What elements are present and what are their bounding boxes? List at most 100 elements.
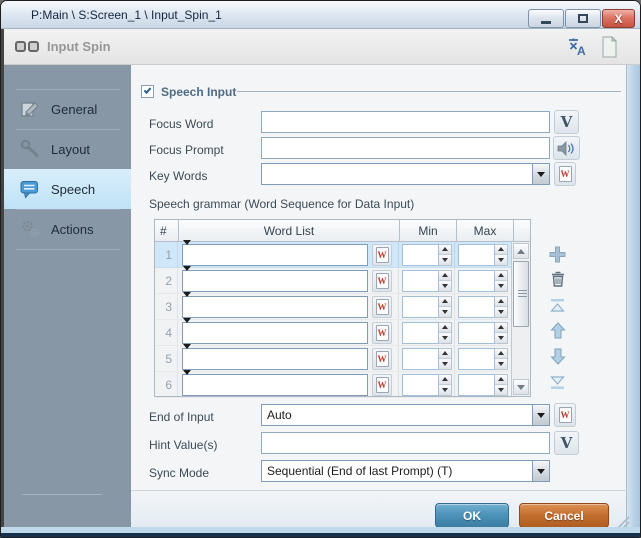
word-list-w-button[interactable]: W <box>372 321 392 344</box>
max-spin-up-button[interactable] <box>495 374 507 385</box>
minimize-button[interactable] <box>528 9 564 28</box>
max-spin-up-button[interactable] <box>495 244 507 255</box>
sidebar-item-actions[interactable]: Actions <box>4 209 131 249</box>
sidebar-item-layout[interactable]: Layout <box>4 129 131 169</box>
minimize-icon <box>541 21 551 24</box>
max-input[interactable] <box>458 269 495 292</box>
add-row-button[interactable] <box>547 244 567 264</box>
delete-row-button[interactable] <box>548 269 568 289</box>
word-list-combobox[interactable] <box>182 291 368 318</box>
min-spin-up-button[interactable] <box>439 244 451 255</box>
key-words-wordlist-button[interactable]: W <box>554 162 576 186</box>
max-spin-down-button[interactable] <box>495 254 507 265</box>
max-spin-down-button[interactable] <box>495 332 507 343</box>
max-cell <box>455 320 511 345</box>
row-number: 1 <box>155 242 178 267</box>
max-input[interactable] <box>458 347 495 370</box>
window-bottom-edge <box>1 533 640 537</box>
word-list-combobox[interactable] <box>182 369 368 396</box>
move-down-button[interactable] <box>548 346 568 366</box>
scroll-thumb[interactable] <box>513 261 529 327</box>
word-list-cell: W <box>178 317 399 345</box>
max-input[interactable] <box>458 295 495 318</box>
end-of-input-combobox[interactable]: Auto <box>261 404 550 426</box>
titlebar: P:Main \ S:Screen_1 \ Input_Spin_1 X <box>1 1 640 29</box>
max-spin-up-button[interactable] <box>495 270 507 281</box>
focus-word-variable-button[interactable]: V <box>554 110 579 134</box>
min-spin-down-button[interactable] <box>439 254 451 265</box>
table-scrollbar[interactable] <box>511 242 530 396</box>
max-spinner <box>458 269 508 292</box>
min-input[interactable] <box>402 347 439 370</box>
ok-button[interactable]: OK <box>435 503 509 528</box>
max-spin-down-button[interactable] <box>495 384 507 395</box>
min-input[interactable] <box>402 269 439 292</box>
max-spin-down-button[interactable] <box>495 358 507 369</box>
min-spin-up-button[interactable] <box>439 374 451 385</box>
min-spin-down-button[interactable] <box>439 306 451 317</box>
scroll-down-button[interactable] <box>513 379 529 395</box>
scroll-up-button[interactable] <box>513 243 529 259</box>
max-spin-up-button[interactable] <box>495 322 507 333</box>
word-list-combobox[interactable] <box>182 265 368 292</box>
document-button[interactable] <box>597 35 621 59</box>
close-button[interactable]: X <box>602 9 635 28</box>
max-input[interactable] <box>458 373 495 396</box>
cancel-button[interactable]: Cancel <box>519 503 609 528</box>
min-spin-down-button[interactable] <box>439 332 451 343</box>
focus-word-input[interactable] <box>261 111 550 133</box>
word-list-w-button[interactable]: W <box>372 269 392 292</box>
min-input[interactable] <box>402 373 439 396</box>
max-spin-down-button[interactable] <box>495 306 507 317</box>
move-last-button[interactable] <box>547 372 567 392</box>
min-spin-up-button[interactable] <box>439 270 451 281</box>
word-list-w-button[interactable]: W <box>372 347 392 370</box>
column-header-min: Min <box>400 220 457 242</box>
word-list-w-button[interactable]: W <box>372 373 392 396</box>
sync-mode-combobox[interactable]: Sequential (End of last Prompt) (T) <box>261 460 550 482</box>
word-list-w-button[interactable]: W <box>372 295 392 318</box>
speech-input-checkbox[interactable] <box>141 85 154 98</box>
spin-up-icon <box>498 247 504 251</box>
table-row: 6 W <box>155 369 512 398</box>
word-list-combobox[interactable] <box>182 317 368 344</box>
hint-values-variable-button[interactable]: V <box>554 431 579 455</box>
speech-input-label: Speech Input <box>161 85 237 99</box>
maximize-button[interactable] <box>565 9 601 28</box>
focus-prompt-input[interactable] <box>261 137 550 159</box>
table-row: 2 W <box>155 265 512 294</box>
max-input[interactable] <box>458 321 495 344</box>
row-number: 2 <box>155 268 178 293</box>
min-input[interactable] <box>402 295 439 318</box>
spin-down-icon <box>442 309 448 314</box>
key-words-combobox[interactable] <box>261 163 550 185</box>
min-spin-down-button[interactable] <box>439 358 451 369</box>
max-spinner <box>458 295 508 318</box>
min-input[interactable] <box>402 243 439 266</box>
max-spin-down-button[interactable] <box>495 280 507 291</box>
min-input[interactable] <box>402 321 439 344</box>
translate-button[interactable]: A <box>565 35 589 59</box>
move-up-button[interactable] <box>548 320 568 340</box>
divider <box>16 249 120 250</box>
min-spin-down-button[interactable] <box>439 384 451 395</box>
min-spin-up-button[interactable] <box>439 348 451 359</box>
word-list-w-button[interactable]: W <box>372 243 392 266</box>
min-spin-up-button[interactable] <box>439 296 451 307</box>
min-spin-up-button[interactable] <box>439 322 451 333</box>
max-spin-up-button[interactable] <box>495 296 507 307</box>
word-list-combobox[interactable] <box>182 343 368 370</box>
hint-values-input[interactable] <box>261 432 550 454</box>
max-input[interactable] <box>458 243 495 266</box>
move-first-button[interactable] <box>547 295 567 315</box>
sidebar-item-speech[interactable]: Speech <box>4 169 131 209</box>
focus-prompt-play-button[interactable] <box>553 136 580 160</box>
sync-mode-label: Sync Mode <box>149 466 210 480</box>
min-spin-down-button[interactable] <box>439 280 451 291</box>
word-doc-icon: W <box>375 246 389 263</box>
sidebar-item-general[interactable]: General <box>4 89 131 129</box>
spin-down-icon <box>442 257 448 262</box>
max-spin-up-button[interactable] <box>495 348 507 359</box>
word-list-combobox[interactable] <box>182 239 368 266</box>
end-of-input-wordlist-button[interactable]: W <box>554 403 576 427</box>
